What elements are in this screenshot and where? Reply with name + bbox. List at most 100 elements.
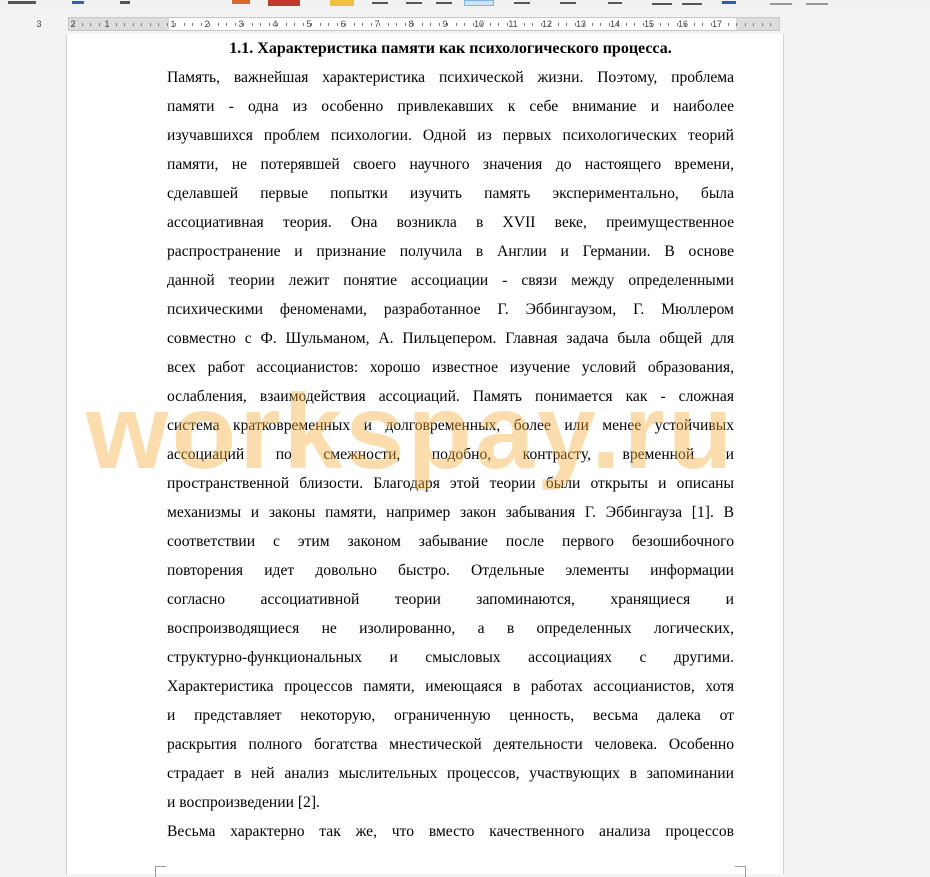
body-paragraph-1[interactable]: Память, важнейшая характеристика психиче… [167, 63, 734, 817]
section-heading[interactable]: 1.1. Характеристика памяти как психологи… [167, 39, 734, 59]
ruler-number: 17 [711, 19, 723, 29]
text-line: система кратковременных и долговременных… [167, 417, 734, 434]
ruler-tick [702, 23, 703, 26]
ruler-right-margin [736, 18, 779, 30]
ruler-tick [481, 23, 482, 26]
list-icon[interactable] [608, 2, 622, 4]
ruler-tick [396, 23, 397, 26]
ruler-number: 13 [575, 19, 587, 29]
font-color-swatch[interactable] [268, 0, 300, 6]
ruler-tick [183, 23, 185, 26]
ruler-tick [107, 23, 108, 26]
ruler-tick [277, 23, 278, 26]
text-line: изучавшихся проблем психологии. Одной из… [167, 127, 734, 144]
ruler-tick [506, 23, 508, 26]
ruler-tick [651, 23, 652, 26]
ruler-tick [719, 23, 720, 26]
ruler-tick [192, 23, 193, 26]
ruler-tick [532, 23, 533, 26]
ruler-tick [251, 23, 253, 26]
ruler-tick [285, 23, 287, 26]
ruler-tick [727, 23, 729, 26]
ruler-tick [634, 23, 635, 26]
ruler-tick [370, 23, 372, 26]
indent-icon[interactable] [560, 2, 576, 4]
text-line: ассоциаций по смежности, подобно, контра… [167, 446, 734, 463]
horizontal-ruler[interactable]: 3211234567891011121314151617 [36, 17, 780, 31]
line-spacing-icon[interactable] [514, 2, 530, 4]
ruler-tick [379, 23, 380, 26]
show-marks-icon[interactable] [806, 3, 828, 5]
horizontal-ruler-area: 3211234567891011121314151617 [0, 16, 930, 34]
ruler-tick [693, 23, 695, 26]
ruler-tick [744, 23, 746, 26]
ruler-tick [115, 23, 117, 26]
highlight-color-swatch[interactable] [330, 0, 354, 6]
sort-icon[interactable] [770, 3, 792, 5]
ruler-tick [302, 23, 304, 26]
text-line: Память, важнейшая характеристика психиче… [167, 69, 734, 86]
text-line: механизмы и законы памяти, например зако… [167, 504, 734, 521]
ruler-tick [685, 23, 686, 26]
ruler-tick [498, 23, 499, 26]
text-line: раскрытия полного богатства мнестической… [167, 736, 734, 753]
ruler-tick [98, 23, 100, 26]
ruler-tick [73, 23, 74, 26]
ruler-tick [132, 23, 134, 26]
ruler-tick [566, 23, 567, 26]
ruler-tick [158, 23, 159, 26]
ruler-tick [226, 23, 227, 26]
text-line: распространение и признание получила в А… [167, 243, 734, 260]
ruler-tick [523, 23, 525, 26]
ruler-tick [200, 23, 202, 26]
ruler-tick [243, 23, 244, 26]
ruler-number: 3 [36, 19, 42, 29]
text-line: соответствии с этим законом забывание по… [167, 533, 734, 550]
border-icon[interactable] [652, 3, 672, 5]
underline-icon[interactable] [72, 1, 84, 4]
ruler-tick [736, 23, 737, 26]
ruler-tick [294, 23, 295, 26]
ruler-tick [217, 23, 219, 26]
ruler-tick [311, 23, 312, 26]
font-style-buttons[interactable] [8, 1, 36, 4]
shading-icon[interactable] [682, 3, 702, 5]
ruler-tick [260, 23, 261, 26]
ruler-tick [438, 23, 440, 26]
align-right-icon[interactable] [436, 2, 452, 4]
align-left-icon[interactable] [372, 2, 388, 4]
margin-corner-mark [155, 866, 166, 877]
ruler-tick [353, 23, 355, 26]
text-line: данной теории лежит понятие ассоциации -… [167, 272, 734, 289]
text-line: страдает в ней анализ мыслительных проце… [167, 765, 734, 782]
ruler-tick [591, 23, 593, 26]
ruler-tick [319, 23, 321, 26]
align-justify-button[interactable] [464, 0, 494, 6]
ruler-tick [608, 23, 610, 26]
text-line: памяти, не потерявшей своего научного зн… [167, 156, 734, 173]
ruler-tick [345, 23, 346, 26]
ruler-tick [81, 23, 83, 26]
strike-icon[interactable] [120, 1, 130, 4]
paragraph-icon[interactable] [722, 1, 736, 4]
ruler-tick [209, 23, 210, 26]
text-line: ассоциативная теория. Она возникла в XVI… [167, 214, 734, 231]
highlight-pen-icon[interactable] [232, 0, 250, 4]
ruler-number: 14 [609, 19, 621, 29]
text-line: и воспроизведении [2]. [167, 794, 320, 811]
text-line: пространственной близости. Благодаря это… [167, 475, 734, 492]
ruler-tick [668, 23, 669, 26]
ruler-number: 15 [643, 19, 655, 29]
text-line: памяти - одна из особенно привлекавших к… [167, 98, 734, 115]
align-center-icon[interactable] [406, 2, 422, 4]
ruler-tick [770, 23, 771, 26]
ruler-tick [659, 23, 661, 26]
text-line: Характеристика процессов памяти, имеющая… [167, 678, 734, 695]
body-paragraph-2[interactable]: Весьма характерно так же, что вместо кач… [167, 817, 734, 846]
ruler-tick [753, 23, 754, 26]
text-line: повторения идет довольно быстро. Отдельн… [167, 562, 734, 579]
ruler-tick [540, 23, 542, 26]
ruler-tick [421, 23, 423, 26]
ruler-tick [625, 23, 627, 26]
document-page[interactable]: 1.1. Характеристика памяти как психологи… [66, 34, 784, 877]
